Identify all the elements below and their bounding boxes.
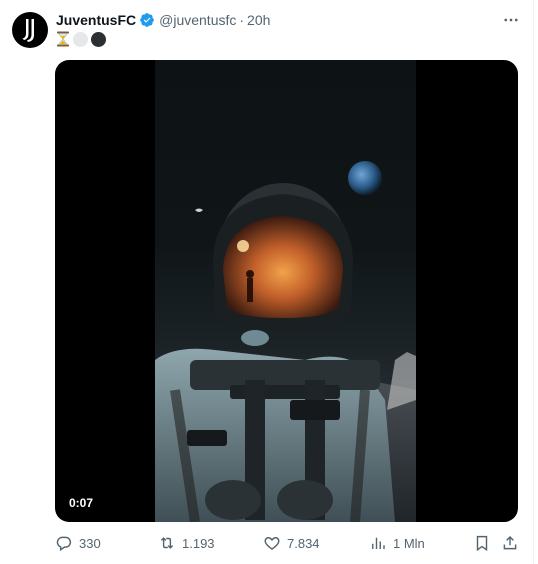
views-button[interactable]: 1 Mln [369, 533, 425, 553]
tweet[interactable]: JuventusFC @juventusfc · 20h 0:07 330 1.… [0, 0, 534, 564]
video-frame[interactable] [155, 60, 416, 522]
analytics-icon [372, 537, 385, 549]
tweet-text [56, 30, 106, 48]
more-icon [504, 18, 518, 22]
timestamp[interactable]: 20h [247, 11, 270, 29]
share-icon [503, 535, 517, 550]
hourglass-icon [57, 31, 69, 47]
juventus-logo-icon [22, 19, 34, 42]
share-button[interactable] [501, 533, 519, 553]
white-circle-icon [73, 31, 88, 47]
black-circle-icon [91, 31, 106, 47]
repost-icon [160, 537, 174, 549]
bookmark-button[interactable] [473, 533, 491, 553]
astronaut-image [155, 161, 416, 522]
action-bar: 330 1.193 7.834 1 Mln [55, 533, 519, 553]
view-count: 1 Mln [393, 535, 425, 551]
reply-button[interactable]: 330 [55, 533, 101, 553]
video-duration: 0:07 [63, 494, 100, 512]
repost-count: 1.193 [182, 535, 215, 551]
bookmark-icon [476, 535, 488, 552]
separator: · [239, 12, 245, 28]
more-options-button[interactable] [501, 10, 521, 30]
like-count: 7.834 [287, 535, 320, 551]
heart-icon [264, 537, 280, 550]
like-button[interactable]: 7.834 [263, 533, 320, 553]
reply-count: 330 [79, 535, 101, 551]
author-handle[interactable]: @juventusfc [159, 11, 236, 29]
verified-badge-icon[interactable] [139, 12, 155, 28]
author-name[interactable]: JuventusFC [56, 11, 136, 29]
avatar[interactable] [12, 12, 48, 48]
repost-button[interactable]: 1.193 [158, 533, 215, 553]
tweet-header: JuventusFC @juventusfc · 20h [56, 10, 521, 30]
reply-icon [56, 536, 72, 552]
video-player[interactable]: 0:07 [55, 60, 518, 522]
